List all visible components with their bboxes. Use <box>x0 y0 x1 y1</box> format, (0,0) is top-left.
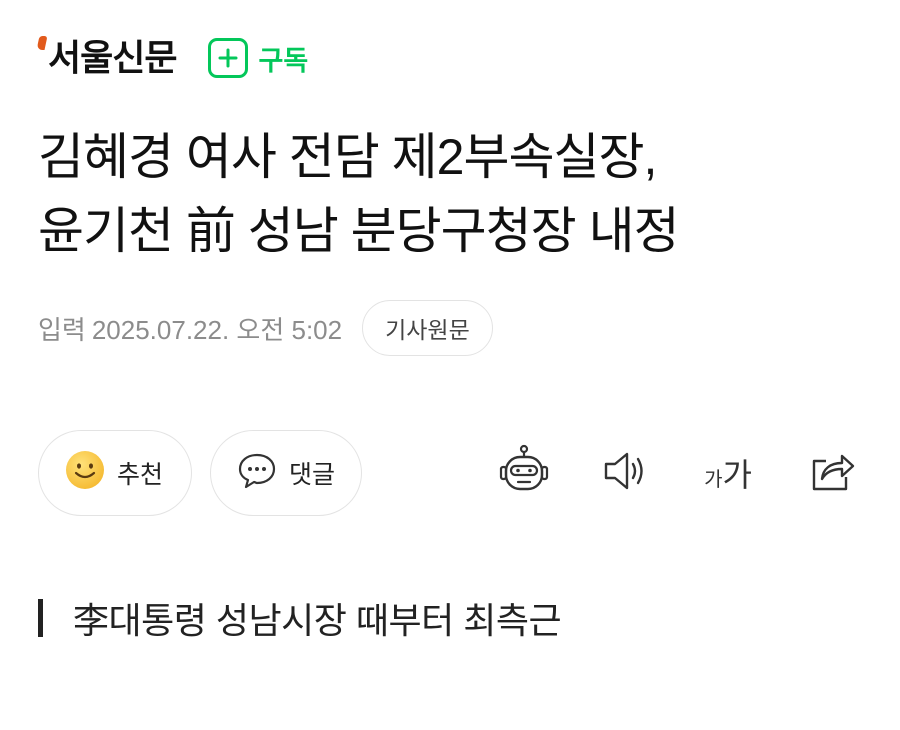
text-to-speech-button[interactable] <box>596 443 656 503</box>
press-logo[interactable]: 서울신문 <box>36 32 177 84</box>
comment-label: 댓글 <box>289 461 336 489</box>
comment-button[interactable]: 댓글 <box>210 430 362 516</box>
subscribe-label: 구독 <box>258 45 309 76</box>
article-meta: 입력 2025.07.22. 오전 5:02 기사원문 <box>38 300 493 356</box>
recommend-label: 추천 <box>117 461 164 489</box>
share-button[interactable] <box>802 443 862 503</box>
recommend-button[interactable]: 추천 <box>38 430 192 516</box>
logo-mark-icon <box>36 36 48 50</box>
article-title-line2: 윤기천 前 성남 분당구청장 내정 <box>38 203 680 259</box>
subtitle-text: 李대통령 성남시장 때부터 최측근 <box>73 600 562 641</box>
article-actions: 추천 댓글 가가 <box>38 430 864 516</box>
date-label: 입력 <box>38 314 86 345</box>
article-title-line1: 김혜경 여사 전담 제2부속실장, <box>38 129 657 185</box>
font-size-button[interactable]: 가가 <box>698 443 758 503</box>
speech-bubble-icon <box>237 450 277 497</box>
smiley-icon <box>65 450 105 497</box>
press-name: 서울신문 <box>48 37 177 79</box>
plus-icon <box>208 38 249 78</box>
article-title: 김혜경 여사 전담 제2부속실장, 윤기천 前 성남 분당구청장 내정 <box>38 120 868 268</box>
robot-icon <box>496 443 552 503</box>
subscribe-button[interactable]: 구독 <box>208 38 308 78</box>
press-header: 서울신문 구독 <box>36 32 308 84</box>
font-large-label: 가 <box>722 457 752 493</box>
publish-date: 2025.07.22. 오전 5:02 <box>91 314 343 345</box>
font-size-icon: 가가 <box>704 450 752 496</box>
original-article-label: 기사원문 <box>385 317 470 343</box>
subtitle-bar <box>38 599 43 637</box>
share-icon <box>806 445 858 501</box>
ai-summary-button[interactable] <box>494 443 554 503</box>
speaker-icon <box>600 445 652 501</box>
font-small-label: 가 <box>704 469 723 491</box>
article-subtitle: 李대통령 성남시장 때부터 최측근 <box>38 592 562 644</box>
original-article-button[interactable]: 기사원문 <box>362 300 493 356</box>
